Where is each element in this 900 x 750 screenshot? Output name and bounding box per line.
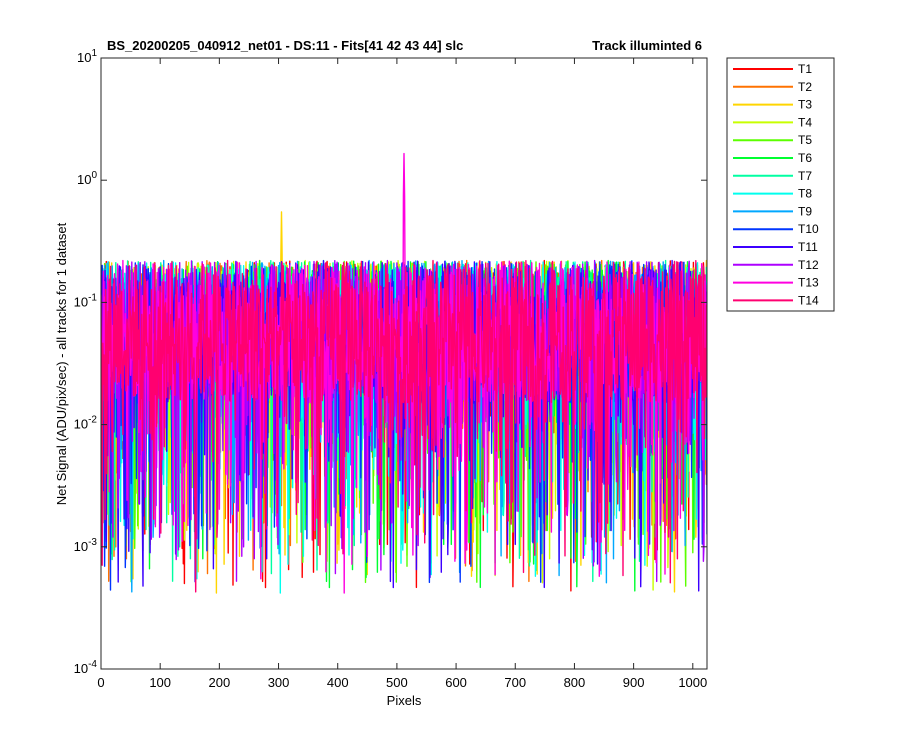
legend-box: [726, 57, 835, 312]
x-tick-label: 400: [327, 675, 349, 690]
legend-label-t12: T12: [798, 258, 819, 272]
legend-label-t9: T9: [798, 204, 812, 218]
chart-title: BS_20200205_040912_net01 - DS:11 - Fits[…: [107, 38, 463, 53]
x-tick-label: 600: [445, 675, 467, 690]
legend-label-t7: T7: [798, 169, 812, 183]
x-tick-label: 200: [209, 675, 231, 690]
x-tick-label: 100: [149, 675, 171, 690]
legend-label-t6: T6: [798, 151, 812, 165]
x-tick-label: 1000: [678, 675, 707, 690]
x-tick-label: 0: [97, 675, 104, 690]
legend-label-t2: T2: [798, 80, 812, 94]
legend-label-t5: T5: [798, 133, 812, 147]
x-tick-label: 500: [386, 675, 408, 690]
y-axis-label: Net Signal (ADU/pix/sec) - all tracks fo…: [54, 222, 69, 505]
x-axis-label: Pixels: [387, 693, 422, 708]
legend-label-t4: T4: [798, 115, 812, 129]
x-tick-label: 800: [564, 675, 586, 690]
x-tick-label: 300: [268, 675, 290, 690]
chart-figure: 0 100 200 300 400 500 600 700 800 900 100010-410-3…: [0, 0, 900, 750]
legend-label-t8: T8: [798, 187, 812, 201]
legend-label-t11: T11: [798, 240, 818, 254]
chart-title-right: Track illuminted 6: [592, 38, 702, 53]
legend-label-t10: T10: [798, 222, 819, 236]
legend-label-t14: T14: [798, 293, 819, 307]
x-tick-label: 700: [504, 675, 526, 690]
legend-label-t1: T1: [798, 62, 812, 76]
legend-label-t13: T13: [798, 276, 819, 290]
legend: T1 T2 T3 T4 T5 T6 T7 T8 T9 T10 T11 T12 T13 T14: [726, 57, 835, 312]
x-tick-label: 900: [623, 675, 645, 690]
legend-label-t3: T3: [798, 98, 812, 112]
